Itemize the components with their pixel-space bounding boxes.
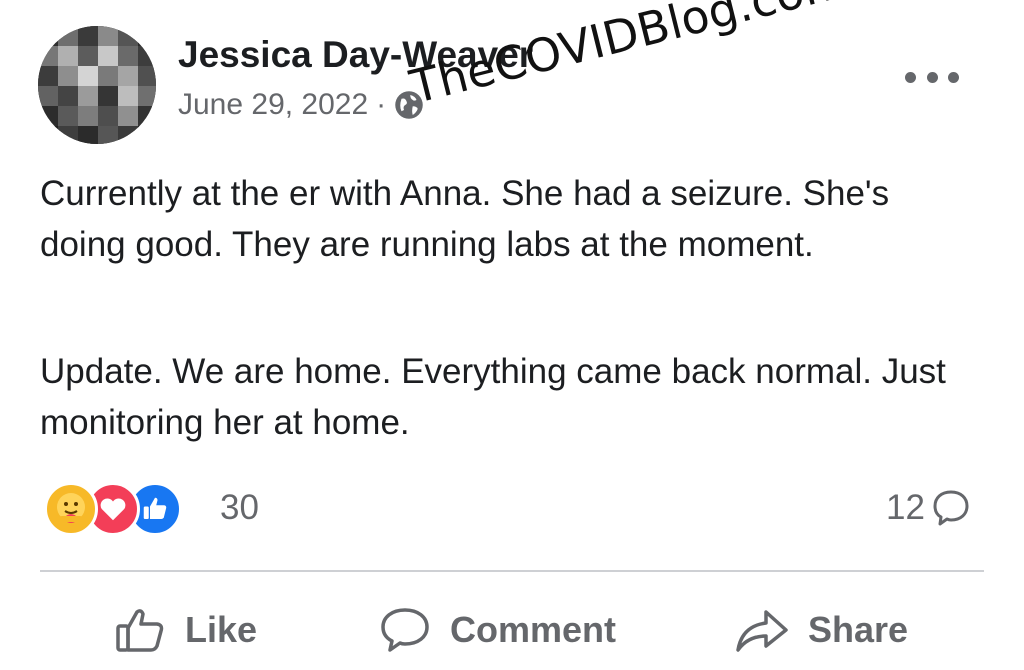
care-icon (44, 482, 98, 536)
post-date[interactable]: June 29, 2022 (178, 88, 368, 122)
comment-label: Comment (450, 609, 617, 650)
author-avatar[interactable] (38, 26, 156, 144)
thumbs-up-icon (116, 609, 164, 652)
share-button[interactable]: Share (734, 606, 908, 654)
divider (40, 570, 984, 572)
share-label: Share (808, 609, 909, 650)
reaction-icons[interactable] (44, 482, 182, 536)
like-label: Like (185, 609, 258, 650)
comment-count: 12 (886, 488, 925, 527)
watermark-text: TheCOVIDBlog.com (404, 0, 853, 115)
comment-count-link[interactable]: 12 (886, 488, 971, 528)
more-dot (926, 71, 938, 83)
more-dot (905, 71, 916, 83)
share-arrow-icon (736, 610, 788, 652)
like-button[interactable]: Like (115, 606, 257, 654)
post-text-paragraph: Update. We are home. Everything came bac… (40, 352, 946, 442)
post-meta: June 29, 2022 · (178, 88, 424, 122)
comment-bubble-icon (933, 490, 969, 526)
more-options-button[interactable] (905, 62, 959, 92)
meta-separator: · (376, 88, 387, 121)
avatar-pixelated-image (38, 26, 156, 144)
reaction-count[interactable]: 30 (220, 488, 259, 528)
post-text-paragraph: Currently at the er with Anna. She had a… (40, 174, 890, 264)
comment-icon (381, 608, 429, 652)
comment-button[interactable]: Comment (378, 606, 616, 654)
more-dot (948, 71, 959, 83)
